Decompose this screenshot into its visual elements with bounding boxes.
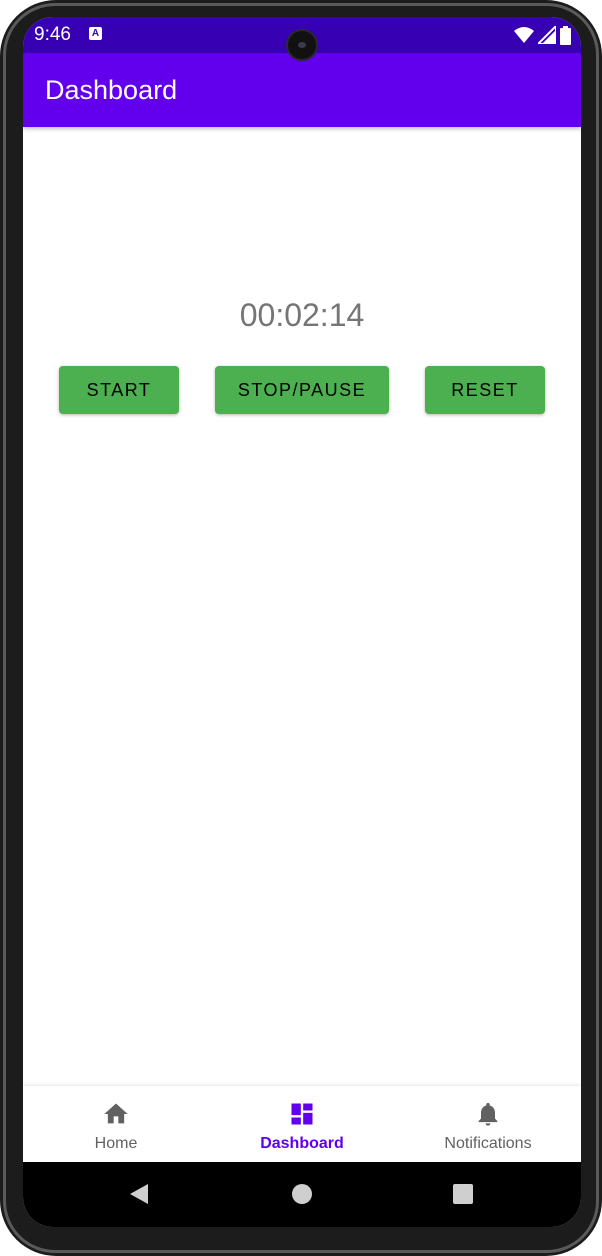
home-icon <box>104 1103 128 1124</box>
home-circle-icon[interactable] <box>290 1182 314 1206</box>
status-icons <box>514 25 571 45</box>
nav-item-home[interactable]: Home <box>23 1086 209 1163</box>
nav-label-dashboard: Dashboard <box>260 1135 344 1152</box>
bottom-navigation: Home Dashboard Notifications <box>23 1085 581 1163</box>
screen: 9:46 A Dashboard 00:02:14 START STOP/PAU… <box>23 17 581 1227</box>
app-notification-icon: A <box>89 27 102 40</box>
front-camera <box>286 29 318 61</box>
wifi-icon <box>514 27 534 43</box>
signal-icon <box>538 26 556 44</box>
start-button[interactable]: START <box>59 366 179 414</box>
bell-icon <box>478 1102 498 1126</box>
nav-label-notifications: Notifications <box>444 1135 532 1152</box>
nav-item-dashboard[interactable]: Dashboard <box>209 1086 395 1163</box>
stop-pause-button[interactable]: STOP/PAUSE <box>215 366 389 414</box>
battery-icon <box>560 25 571 45</box>
status-time: 9:46 <box>34 24 71 45</box>
app-bar: Dashboard <box>23 53 581 127</box>
recents-icon[interactable] <box>451 1182 475 1206</box>
device-frame: 9:46 A Dashboard 00:02:14 START STOP/PAU… <box>0 0 602 1256</box>
timer-display: 00:02:14 <box>239 297 365 333</box>
nav-label-home: Home <box>94 1135 138 1152</box>
page-title: Dashboard <box>45 75 178 105</box>
system-navigation-bar <box>23 1162 581 1227</box>
reset-button[interactable]: RESET <box>425 366 545 414</box>
nav-item-notifications[interactable]: Notifications <box>395 1086 581 1163</box>
dashboard-icon <box>291 1103 313 1125</box>
back-icon[interactable] <box>127 1182 151 1206</box>
